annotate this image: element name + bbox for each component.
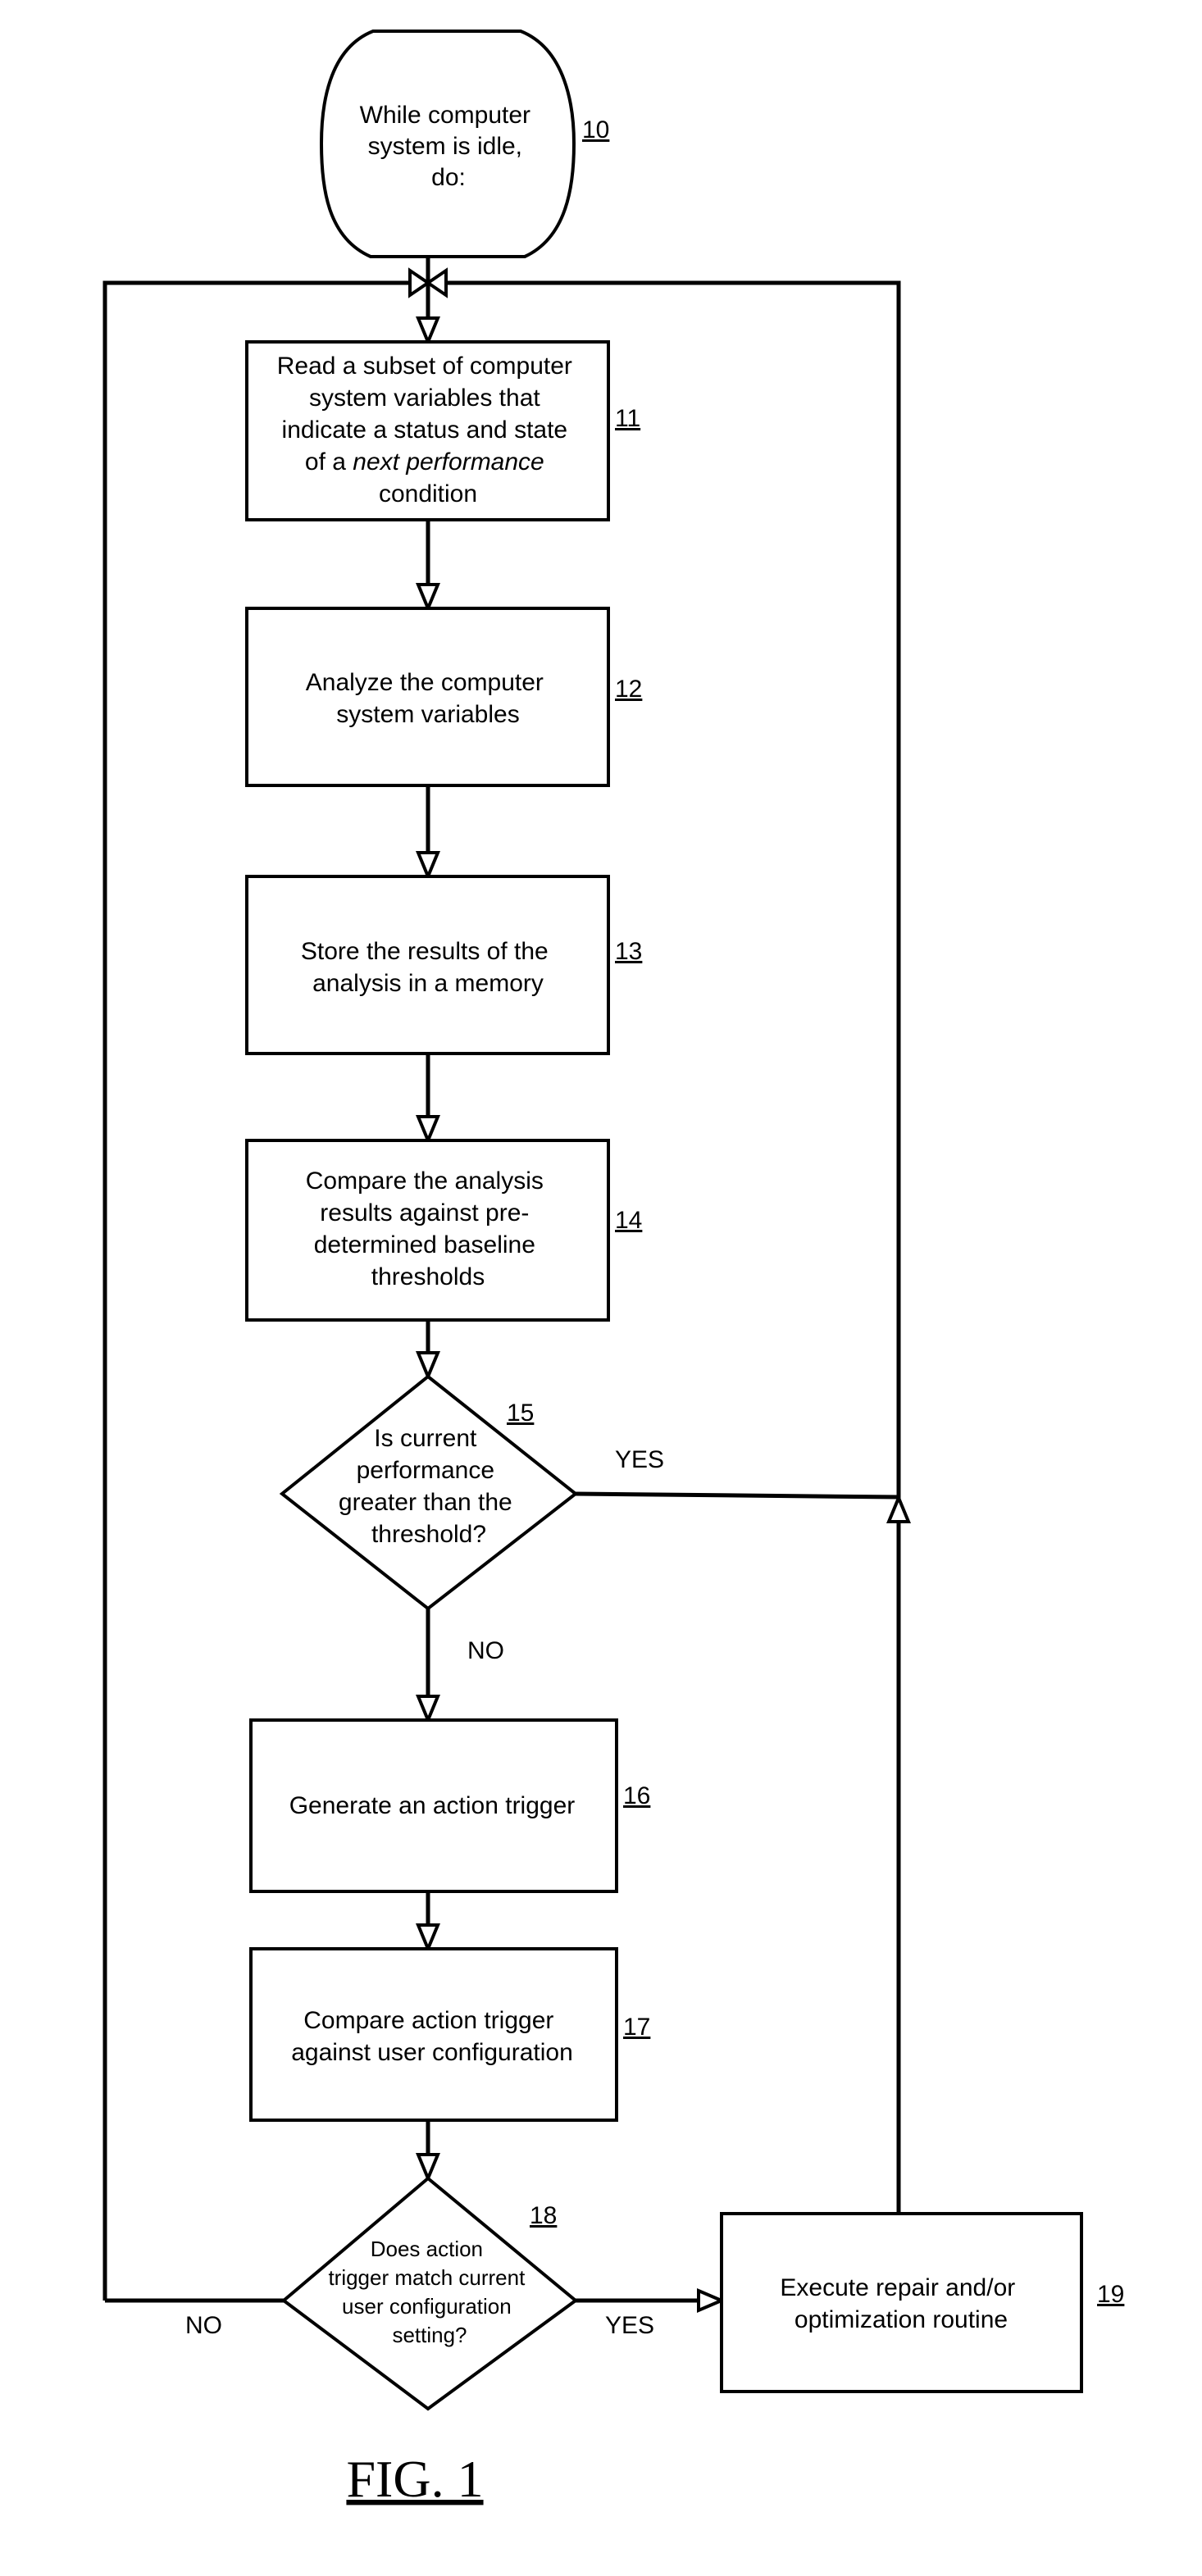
- node-17-ref-number: 17: [623, 2014, 650, 2041]
- node-14-line: results against pre-: [320, 1199, 529, 1227]
- node-18-line: setting?: [392, 2323, 467, 2347]
- node-11-line: Read a subset of computer: [277, 353, 572, 380]
- node-13-ref-number: 13: [615, 938, 642, 965]
- node-19-line: Execute repair and/or: [780, 2274, 1015, 2301]
- node-12-line: system variables: [336, 701, 519, 728]
- flowchart: While computer system is idle, do: 10 Re…: [102, 30, 1124, 2508]
- node-14-process: Compare the analysis results against pre…: [245, 1139, 642, 1322]
- node-12-ref-number: 12: [615, 676, 642, 703]
- process-box: [249, 1947, 618, 2122]
- node-13-line: analysis in a memory: [312, 970, 544, 997]
- node-16-ref-number: 16: [623, 1782, 650, 1809]
- node-17-line: against user configuration: [291, 2039, 573, 2066]
- node-15-line: performance: [357, 1457, 494, 1484]
- arrow-down-icon: [416, 1351, 440, 1381]
- node-11-italic-phrase: next performance: [353, 448, 544, 476]
- node-18-line: trigger match current: [328, 2265, 526, 2290]
- edge-label-no: NO: [467, 1637, 504, 1664]
- node-15-line: greater than the: [339, 1489, 512, 1516]
- edge-label-yes: YES: [615, 1446, 664, 1473]
- edge-label-no: NO: [185, 2312, 222, 2339]
- arrow-up-icon: [886, 1493, 911, 1523]
- process-box: [720, 2212, 1083, 2393]
- node-19-ref-number: 19: [1097, 2281, 1124, 2308]
- arrow-down-icon: [416, 851, 440, 881]
- node-16-process: Generate an action trigger 16: [249, 1718, 650, 1893]
- node-10-ref-number: 10: [582, 116, 609, 143]
- node-10-line: While computer: [360, 102, 530, 129]
- process-box: [245, 607, 610, 787]
- node-14-line: Compare the analysis: [306, 1167, 544, 1195]
- edge-label-yes: YES: [605, 2312, 654, 2339]
- node-11-ref-number: 11: [615, 405, 640, 432]
- arrow-right-icon: [697, 2287, 726, 2314]
- node-18-line: Does action: [371, 2237, 483, 2261]
- node-15-line: threshold?: [371, 1521, 486, 1548]
- node-13-line: Store the results of the: [301, 938, 549, 965]
- process-box: [245, 875, 610, 1055]
- node-11-line-prefix: of a: [305, 448, 353, 476]
- node-15-decision: Is current performance greater than the …: [279, 1374, 664, 1664]
- node-10-terminal: While computer system is idle, do: 10: [319, 30, 609, 258]
- arrow-down-icon: [416, 583, 440, 613]
- node-16-text: Generate an action trigger: [289, 1792, 576, 1819]
- node-12-process: Analyze the computer system variables 12: [245, 607, 642, 787]
- node-12-line: Analyze the computer: [306, 669, 544, 696]
- node-19-line: optimization routine: [795, 2306, 1008, 2333]
- node-11-line: condition: [379, 480, 477, 507]
- merge-arrow-right-icon: [425, 267, 448, 298]
- node-10-line: do:: [431, 164, 466, 191]
- edge-15-yes-line: [575, 1491, 899, 1500]
- arrow-down-icon: [416, 1923, 440, 1954]
- node-11-process: Read a subset of computer system variabl…: [245, 340, 640, 521]
- node-10-line: system is idle,: [368, 133, 522, 160]
- arrow-down-icon: [416, 316, 440, 347]
- node-11-line: system variables that: [309, 385, 540, 412]
- node-17-process: Compare action trigger against user conf…: [249, 1947, 650, 2122]
- node-11-line-italic: of a next performance: [305, 448, 544, 476]
- node-18-ref-number: 18: [530, 2202, 557, 2229]
- node-15-ref-number: 15: [507, 1400, 534, 1427]
- arrow-down-icon: [416, 1115, 440, 1145]
- node-18-line: user configuration: [342, 2294, 512, 2319]
- node-14-line: thresholds: [371, 1263, 485, 1290]
- node-19-process: Execute repair and/or optimization routi…: [720, 2212, 1124, 2393]
- arrow-down-icon: [416, 1695, 440, 1725]
- node-16-line: Generate an action trigger: [289, 1792, 576, 1819]
- arrow-down-icon: [416, 2153, 440, 2183]
- node-13-process: Store the results of the analysis in a m…: [245, 875, 642, 1055]
- node-18-decision: Does action trigger match current user c…: [185, 2176, 654, 2411]
- node-11-line: indicate a status and state: [282, 416, 568, 444]
- node-15-line: Is current: [374, 1425, 477, 1452]
- node-17-line: Compare action trigger: [303, 2007, 553, 2034]
- node-14-ref-number: 14: [615, 1207, 642, 1234]
- figure-caption: FIG. 1: [346, 2450, 483, 2508]
- node-14-line: determined baseline: [314, 1231, 535, 1258]
